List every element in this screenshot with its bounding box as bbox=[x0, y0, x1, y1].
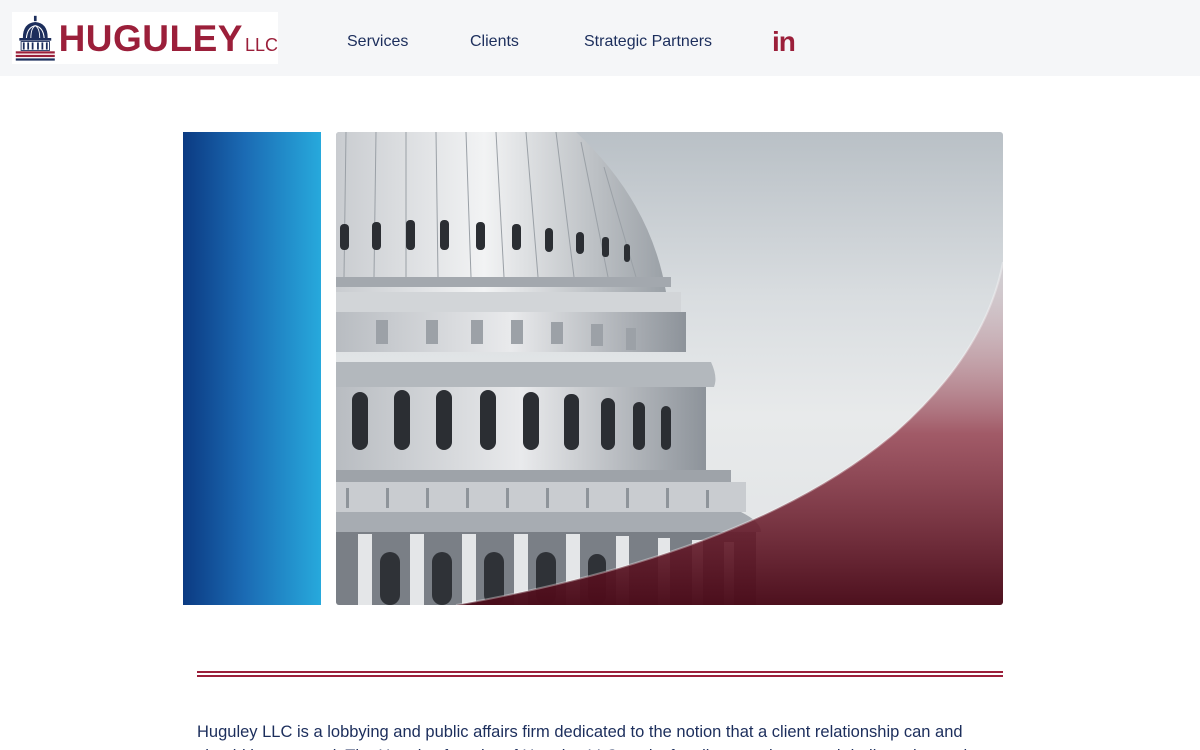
brand-logo[interactable]: HUGULEY LLC bbox=[12, 12, 278, 64]
linkedin-icon[interactable]: in bbox=[772, 28, 796, 56]
nav-strategic-partners[interactable]: Strategic Partners bbox=[584, 33, 712, 51]
nav-clients[interactable]: Clients bbox=[470, 33, 519, 51]
brand-suffix: LLC bbox=[244, 35, 278, 55]
section-divider bbox=[197, 671, 1003, 677]
capitol-dome-icon bbox=[15, 15, 55, 61]
site-header: HUGULEY LLC Services Clients Strategic P… bbox=[0, 0, 1200, 76]
brand-name: HUGULEY bbox=[58, 17, 243, 59]
nav-services[interactable]: Services bbox=[347, 33, 408, 51]
hero-image-capitol-dome bbox=[336, 132, 1003, 605]
hero-accent-bar bbox=[183, 132, 321, 605]
intro-paragraph: Huguley LLC is a lobbying and public aff… bbox=[197, 723, 967, 750]
